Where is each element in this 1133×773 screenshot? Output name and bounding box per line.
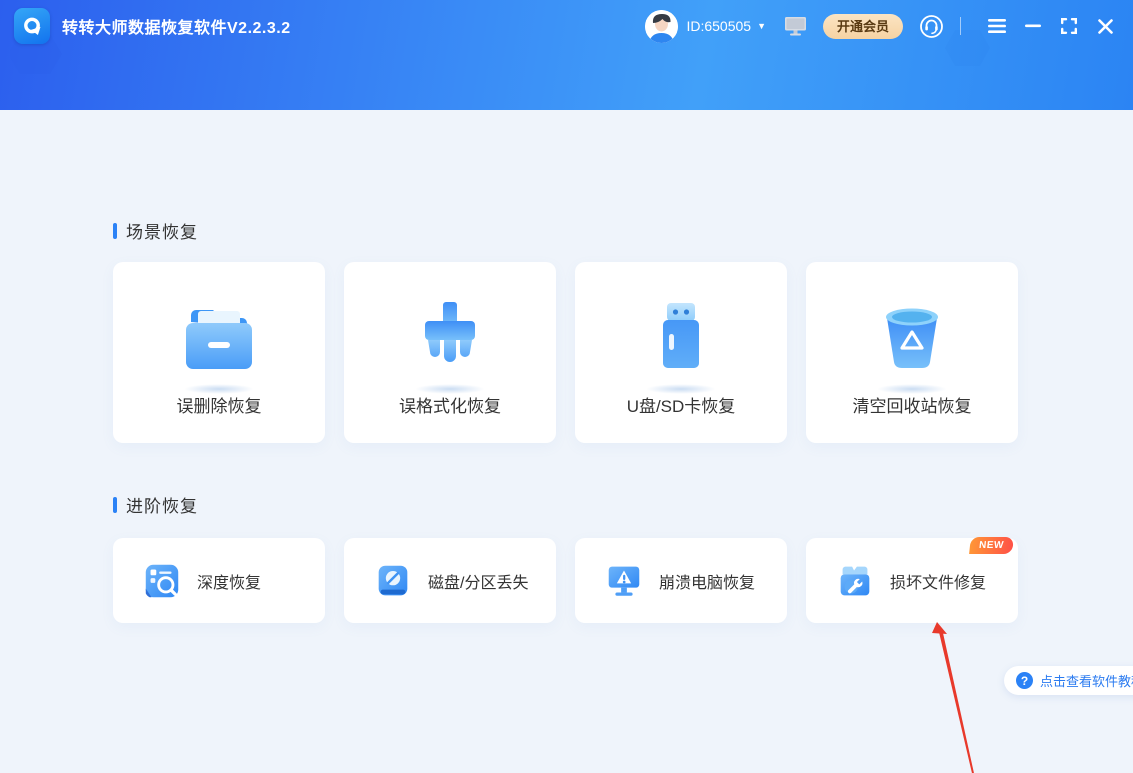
recycle-bin-icon [806,288,1018,388]
tutorial-tip-button[interactable]: ? 点击查看软件教程 [1004,666,1133,695]
section-accent-bar [113,497,117,513]
menu-icon[interactable] [983,12,1011,40]
user-id: ID:650505 [686,18,751,34]
close-button[interactable] [1091,12,1119,40]
app-logo-icon [14,8,50,44]
card-label: 损坏文件修复 [890,569,986,593]
open-membership-button[interactable]: 开通会员 [823,14,903,39]
card-label: 磁盘/分区丢失 [428,569,528,593]
usb-drive-icon [575,288,787,388]
chevron-down-icon[interactable]: ▼ [757,21,766,31]
section-advanced-recovery: 进阶恢复 [113,492,198,517]
main-content: 场景恢复 误删除恢复 [0,110,1133,773]
maximize-button[interactable] [1055,12,1083,40]
card-format-recovery[interactable]: 误格式化恢复 [344,262,556,443]
customer-service-icon[interactable] [919,14,944,39]
card-recycle-bin-recovery[interactable]: 清空回收站恢复 [806,262,1018,443]
card-label: 清空回收站恢复 [806,392,1018,417]
card-label: 误删除恢复 [113,392,325,417]
section-scene-recovery: 场景恢复 [113,218,198,243]
format-brush-icon [344,288,556,388]
folder-icon [113,288,325,388]
device-monitor-icon[interactable] [784,16,807,36]
card-damaged-file-repair[interactable]: NEW 损坏文件修复 [806,538,1018,623]
user-avatar[interactable] [645,10,678,43]
card-label: U盘/SD卡恢复 [575,392,787,417]
card-deep-recovery[interactable]: 深度恢复 [113,538,325,623]
card-disk-partition-loss[interactable]: 磁盘/分区丢失 [344,538,556,623]
file-repair-icon [834,560,876,602]
titlebar-divider [960,17,961,35]
question-icon: ? [1016,672,1033,689]
card-usb-sd-recovery[interactable]: U盘/SD卡恢复 [575,262,787,443]
scene-recovery-cards: 误删除恢复 误格式化恢复 [113,262,1018,443]
app-title: 转转大师数据恢复软件V2.2.3.2 [62,14,291,38]
card-undelete-recovery[interactable]: 误删除恢复 [113,262,325,443]
card-label: 深度恢复 [197,569,261,593]
titlebar: 转转大师数据恢复软件V2.2.3.2 ID:650505 ▼ [0,0,1133,52]
crashed-pc-icon [603,560,645,602]
new-badge: NEW [969,537,1014,554]
section-accent-bar [113,223,117,239]
red-arrow-annotation [928,616,998,773]
card-label: 误格式化恢复 [344,392,556,417]
section-title-text: 进阶恢复 [126,492,198,517]
minimize-button[interactable] [1019,12,1047,40]
section-title-text: 场景恢复 [126,218,198,243]
advanced-recovery-cards: 深度恢复 磁盘/分区丢失 [113,538,1018,623]
disk-partition-icon [372,560,414,602]
app-window: 转转大师数据恢复软件V2.2.3.2 ID:650505 ▼ [0,0,1133,773]
card-crashed-pc-recovery[interactable]: 崩溃电脑恢复 [575,538,787,623]
card-label: 崩溃电脑恢复 [659,569,755,593]
tutorial-tip-label: 点击查看软件教程 [1040,671,1133,690]
header-bar: 转转大师数据恢复软件V2.2.3.2 ID:650505 ▼ [0,0,1133,110]
deep-scan-icon [141,560,183,602]
